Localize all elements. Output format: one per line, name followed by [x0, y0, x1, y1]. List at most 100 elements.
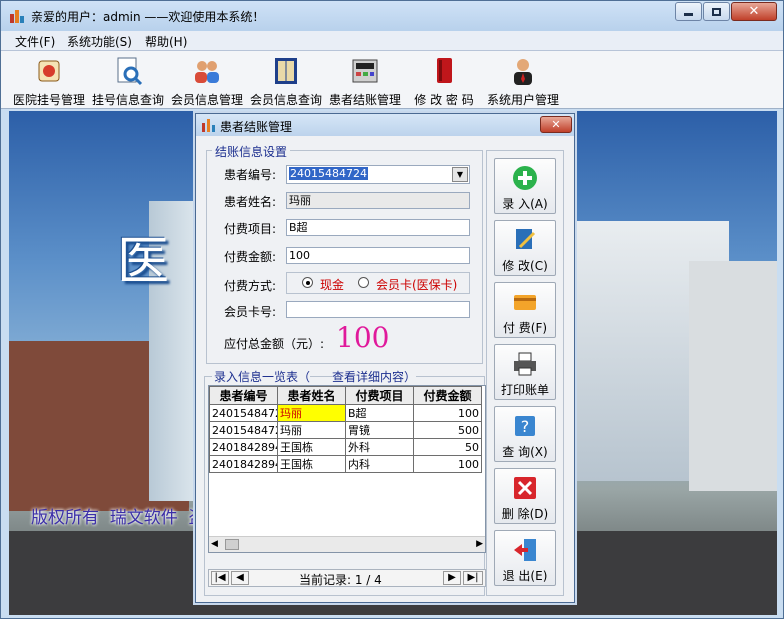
- toolbar-registration-query[interactable]: 挂号信息查询: [90, 53, 166, 107]
- radio-card[interactable]: [358, 277, 369, 288]
- cell: 王国栋: [277, 455, 346, 473]
- exit-button[interactable]: 退 出(E): [494, 530, 556, 586]
- toolbar-registration[interactable]: 医院挂号管理: [11, 53, 87, 107]
- table-row[interactable]: 240184289484 王国栋 外科 50: [209, 438, 482, 456]
- menu-bar: 文件(F) 系统功能(S) 帮助(H): [1, 31, 783, 51]
- col-header[interactable]: 付费项目: [345, 386, 414, 405]
- edit-icon: [516, 229, 536, 249]
- scroll-thumb[interactable]: [225, 539, 239, 550]
- minimize-icon: [684, 13, 693, 16]
- minimize-button[interactable]: [675, 2, 702, 21]
- table-row[interactable]: 240184289484 王国栋 内科 100: [209, 455, 482, 473]
- maximize-button[interactable]: [703, 2, 730, 21]
- cell: 玛丽: [277, 404, 346, 422]
- view-details-link[interactable]: 查看详细内容）: [332, 368, 417, 385]
- record-navigator: |◀ ◀ 当前记录: 1 / 4 ▶ ▶|: [208, 569, 486, 587]
- cell: 王国栋: [277, 438, 346, 456]
- cell: B超: [345, 404, 414, 422]
- records-grid[interactable]: 患者编号 患者姓名 付费项目 付费金额 240154847244 玛丽 B超 1…: [208, 385, 486, 553]
- help-icon: ?: [515, 416, 535, 436]
- nav-next-button[interactable]: ▶: [443, 571, 461, 585]
- toolbar-member-query[interactable]: 会员信息查询: [248, 53, 324, 107]
- chevron-down-icon[interactable]: ▼: [452, 167, 468, 182]
- plus-icon: [513, 166, 537, 190]
- card-label: 会员卡号:: [224, 305, 277, 319]
- search-document-icon: [117, 57, 143, 86]
- toolbar-system-users[interactable]: 系统用户管理: [485, 53, 561, 107]
- building-far-right: [689, 261, 777, 491]
- menu-system[interactable]: 系统功能(S): [67, 33, 132, 50]
- record-text: 当前记录: 1 / 4: [299, 573, 382, 587]
- patient-id-value: 24015484724: [289, 167, 368, 180]
- cell: 50: [413, 438, 482, 456]
- cell: 玛丽: [277, 421, 346, 439]
- col-header[interactable]: 患者姓名: [277, 386, 346, 405]
- maximize-icon: [712, 7, 721, 16]
- patient-name-field: 玛丽: [286, 192, 470, 209]
- title-bar: 亲爱的用户：admin ——欢迎使用本系统！ ✕: [1, 1, 783, 31]
- cell: 胃镜: [345, 421, 414, 439]
- cell: 外科: [345, 438, 414, 456]
- delete-button[interactable]: 删 除(D): [494, 468, 556, 524]
- patient-id-select[interactable]: 24015484724 ▼: [286, 165, 470, 184]
- cell: 240184289484: [209, 438, 278, 456]
- cell: 内科: [345, 455, 414, 473]
- cell: 500: [413, 421, 482, 439]
- print-bill-button[interactable]: 打印账单: [494, 344, 556, 400]
- dialog-app-icon: [202, 119, 215, 132]
- scroll-left-icon[interactable]: ◀: [211, 539, 218, 549]
- nav-last-button[interactable]: ▶|: [463, 571, 483, 585]
- payment-card-icon: [514, 295, 536, 310]
- svg-text:?: ?: [521, 417, 530, 436]
- amount-label: 付费金额:: [224, 250, 277, 264]
- table-row[interactable]: 240154847244 玛丽 B超 100: [209, 404, 482, 422]
- cell: 240184289484: [209, 455, 278, 473]
- radio-card-label[interactable]: 会员卡(医保卡): [376, 276, 457, 293]
- pay-button[interactable]: 付 费(F): [494, 282, 556, 338]
- toolbar-patient-billing[interactable]: 患者结账管理: [327, 53, 403, 107]
- menu-help[interactable]: 帮助(H): [145, 33, 187, 50]
- card-field[interactable]: [286, 301, 470, 318]
- item-label: 付费项目:: [224, 222, 277, 236]
- dialog-close-button[interactable]: ✕: [540, 116, 572, 133]
- nav-prev-button[interactable]: ◀: [231, 571, 249, 585]
- col-header[interactable]: 付费金额: [413, 386, 482, 405]
- users-icon: [195, 61, 219, 83]
- dialog-title-bar: 患者结账管理 ✕: [196, 114, 574, 136]
- calculator-icon: [352, 59, 378, 83]
- radio-dot: [306, 281, 310, 285]
- close-icon: ✕: [551, 118, 561, 131]
- group-title: 结账信息设置: [212, 143, 291, 160]
- book-icon: [275, 58, 297, 84]
- patient-name-label: 患者姓名:: [224, 195, 277, 209]
- toolbar: 医院挂号管理 挂号信息查询 会员信息管理 会员信息查询 患者结账管理 修 改 密…: [1, 51, 783, 109]
- add-button[interactable]: 录 入(A): [494, 158, 556, 214]
- close-icon: ✕: [748, 4, 760, 19]
- radio-cash-label[interactable]: 现金: [320, 276, 344, 293]
- item-field[interactable]: B超: [286, 219, 470, 236]
- horizontal-scrollbar[interactable]: ◀ ▶: [209, 536, 485, 552]
- records-table: 患者编号 患者姓名 付费项目 付费金额 240154847244 玛丽 B超 1…: [209, 386, 482, 473]
- toolbar-member-manage[interactable]: 会员信息管理: [169, 53, 245, 107]
- scroll-right-icon[interactable]: ▶: [476, 539, 483, 549]
- total-label: 应付总金额（元）:: [224, 337, 325, 351]
- col-header[interactable]: 患者编号: [209, 386, 278, 405]
- query-button[interactable]: ? 查 询(X): [494, 406, 556, 462]
- patient-id-label: 患者编号:: [224, 168, 277, 182]
- delete-icon: [514, 477, 536, 499]
- main-window: 亲爱的用户：admin ——欢迎使用本系统！ ✕ 文件(F) 系统功能(S) 帮…: [0, 0, 784, 619]
- admin-user-icon: [514, 59, 532, 85]
- total-value: 100: [336, 321, 390, 354]
- table-row[interactable]: 240154847244 玛丽 胃镜 500: [209, 421, 482, 439]
- menu-file[interactable]: 文件(F): [15, 33, 55, 50]
- exit-door-icon: [514, 539, 536, 561]
- scroll-icon: [38, 60, 60, 82]
- close-button[interactable]: ✕: [731, 2, 777, 21]
- radio-cash[interactable]: [302, 277, 313, 288]
- nav-first-button[interactable]: |◀: [211, 571, 229, 585]
- method-label: 付费方式:: [224, 279, 277, 293]
- cell: 100: [413, 404, 482, 422]
- toolbar-change-password[interactable]: 修 改 密 码: [406, 53, 482, 107]
- edit-button[interactable]: 修 改(C): [494, 220, 556, 276]
- amount-field[interactable]: 100: [286, 247, 470, 264]
